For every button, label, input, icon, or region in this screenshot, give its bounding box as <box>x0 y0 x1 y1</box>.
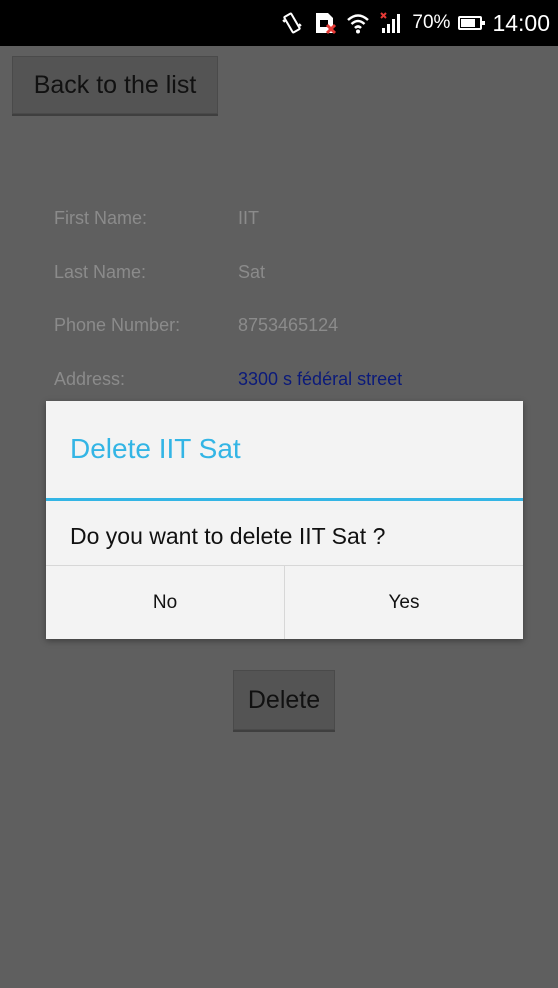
address-link[interactable]: 3300 s fédéral street <box>238 369 402 390</box>
last-name-label: Last Name: <box>54 262 147 282</box>
wifi-icon <box>346 12 370 34</box>
battery-percent: 70% <box>412 12 451 33</box>
vibrate-icon <box>280 11 304 35</box>
dialog-message: Do you want to delete IIT Sat ? <box>70 523 386 549</box>
first-name-label: First Name: <box>54 208 148 228</box>
no-button[interactable]: No <box>46 566 284 639</box>
battery-icon <box>458 16 486 30</box>
first-name-value: IIT <box>238 208 259 228</box>
address-label: Address: <box>54 369 126 389</box>
status-time: 14:00 <box>492 9 550 36</box>
phone-number-value: 8753465124 <box>238 315 339 335</box>
dialog-button-bar: No Yes <box>46 565 523 639</box>
sim-card-error-icon <box>312 10 338 36</box>
status-icons: 70% 14:00 <box>280 0 550 46</box>
yes-button[interactable]: Yes <box>284 566 523 639</box>
delete-confirm-dialog: Delete IIT Sat Do you want to delete IIT… <box>46 401 523 639</box>
phone-number-label: Phone Number: <box>54 315 181 335</box>
signal-icon <box>378 10 404 36</box>
last-name-value: Sat <box>238 262 266 282</box>
back-to-list-button[interactable]: Back to the list <box>12 56 218 114</box>
dialog-title: Delete IIT Sat <box>70 433 241 464</box>
dialog-title-divider <box>46 498 523 501</box>
status-bar: 70% 14:00 <box>0 0 558 46</box>
delete-button[interactable]: Delete <box>233 670 335 730</box>
